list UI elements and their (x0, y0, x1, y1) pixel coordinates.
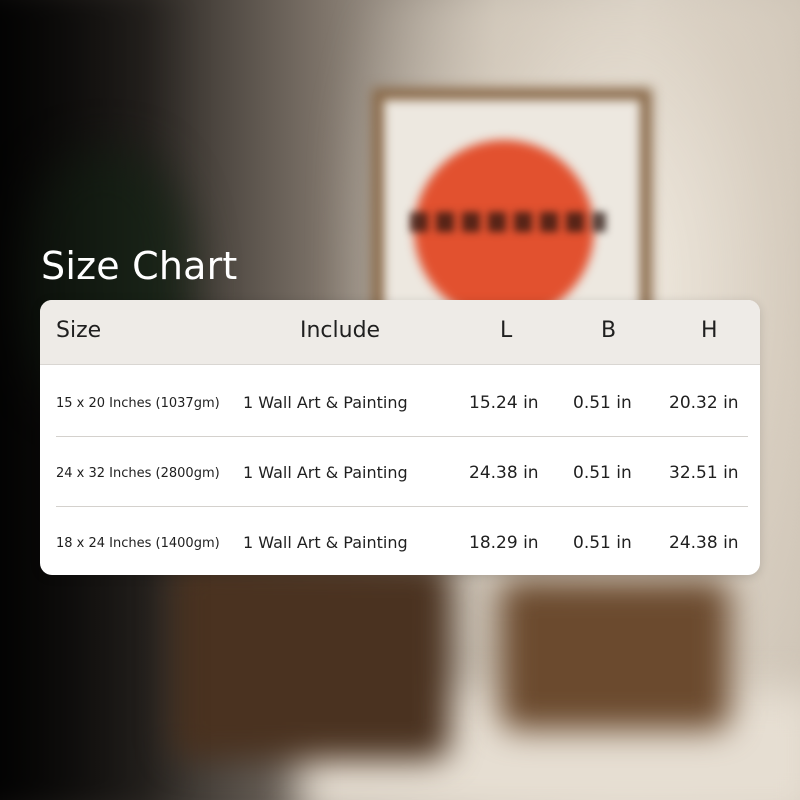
cell-include: 1 Wall Art & Painting (243, 463, 408, 482)
cell-length: 18.29 in (469, 533, 539, 553)
cell-include: 1 Wall Art & Painting (243, 393, 408, 412)
table-row: 18 x 24 Inches (1400gm) 1 Wall Art & Pai… (40, 506, 760, 575)
cell-include: 1 Wall Art & Painting (243, 533, 408, 552)
page-title: Size Chart (41, 244, 238, 288)
table-header-row: Size Include L B H (40, 300, 760, 365)
background-chair (170, 560, 450, 760)
cell-length: 24.38 in (469, 463, 539, 483)
cell-length: 15.24 in (469, 393, 539, 413)
background-side-chair (500, 580, 730, 730)
cell-breadth: 0.51 in (573, 463, 632, 483)
header-include: Include (300, 318, 381, 343)
size-chart-image: Size Chart Size Include L B H 15 x 20 In… (0, 0, 800, 800)
background-artwork-lettering (410, 212, 606, 232)
cell-height: 24.38 in (669, 533, 739, 553)
table-row: 24 x 32 Inches (2800gm) 1 Wall Art & Pai… (40, 436, 760, 506)
cell-height: 20.32 in (669, 393, 739, 413)
cell-size: 24 x 32 Inches (2800gm) (56, 466, 220, 481)
cell-height: 32.51 in (669, 463, 739, 483)
size-table: Size Include L B H 15 x 20 Inches (1037g… (40, 300, 760, 575)
table-row: 15 x 20 Inches (1037gm) 1 Wall Art & Pai… (40, 366, 760, 436)
cell-breadth: 0.51 in (573, 393, 632, 413)
cell-size: 15 x 20 Inches (1037gm) (56, 396, 220, 411)
header-size: Size (56, 318, 102, 343)
header-height: H (701, 318, 718, 343)
header-length: L (500, 318, 513, 343)
header-breadth: B (601, 318, 617, 343)
cell-size: 18 x 24 Inches (1400gm) (56, 536, 220, 551)
cell-breadth: 0.51 in (573, 533, 632, 553)
